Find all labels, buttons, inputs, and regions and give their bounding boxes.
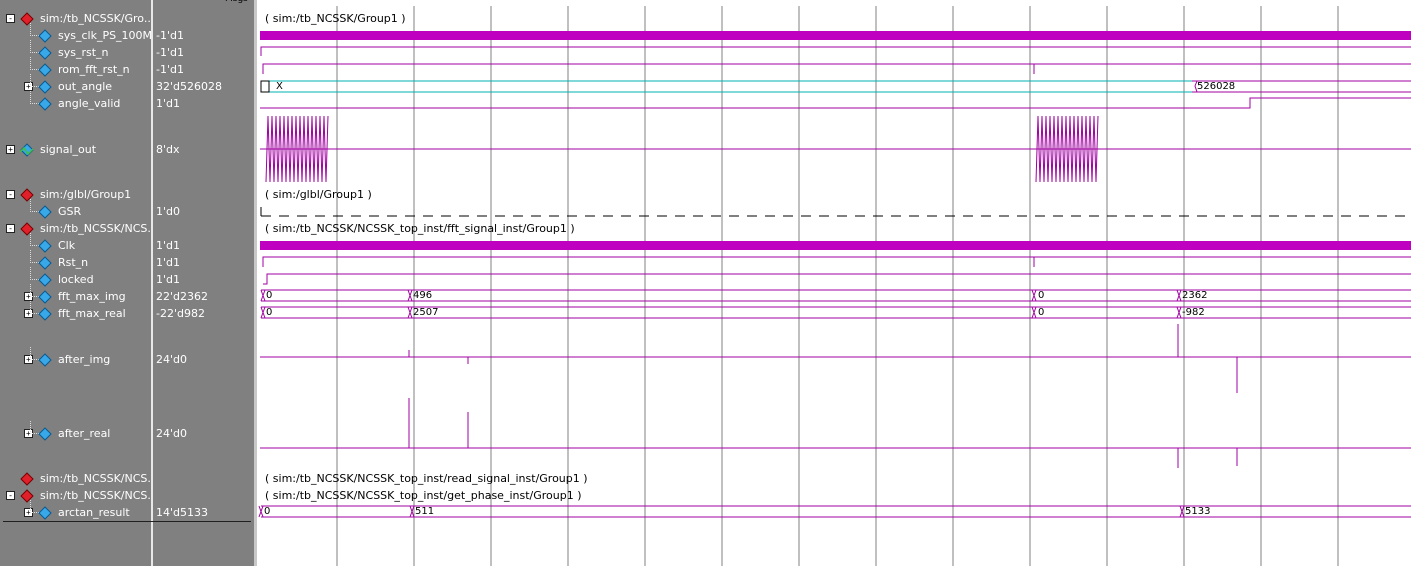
signal-value: -1'd1 [156,29,184,42]
signal-out-burst [265,115,329,183]
collapse-toggle[interactable]: - [6,491,15,500]
signal-diamond-icon [38,238,52,253]
rom-fft-rst-trace [262,63,1411,74]
signal-name[interactable]: fft_max_real [58,305,126,322]
signal-value: 1'd1 [156,97,181,110]
signal-name[interactable]: sim:/tb_NCSSK/Gro... [40,10,154,27]
bus-value: 0 [264,506,271,517]
signal-name[interactable]: angle_valid [58,95,120,112]
group-title: ( sim:/tb_NCSSK/NCSSK_top_inst/get_phase… [265,489,582,502]
signal-diamond-icon [38,289,52,304]
bus-value: 526028 [1197,81,1236,92]
bus-value: 2507 [413,307,439,318]
bus-value: 496 [413,290,433,301]
bus-value: 5133 [1185,506,1211,517]
signal-value: -1'd1 [156,63,184,76]
signal-name[interactable]: sim:/tb_NCSSK/NCS... [40,220,158,237]
signal-diamond-icon [38,79,52,94]
locked-trace [263,273,1411,285]
waveform-area[interactable]: ( sim:/tb_NCSSK/Group1 ) ( sim:/glbl/Gro… [257,0,1411,566]
bus-value: 2362 [1182,290,1208,301]
group-diamond-icon [20,471,34,486]
group-title: ( sim:/tb_NCSSK/Group1 ) [265,12,406,25]
collapse-toggle[interactable]: - [6,224,15,233]
signal-name[interactable]: locked [58,271,94,288]
signal-diamond-icon [38,204,52,219]
signal-diamond-icon [38,28,52,43]
column-header: Msgs [225,0,248,4]
group-title: ( sim:/tb_NCSSK/NCSSK_top_inst/read_sign… [265,472,588,485]
signal-out-burst [1035,115,1099,183]
signal-value: 1'd1 [156,256,181,269]
signal-values-panel: -1'd1 -1'd1 -1'd1 32'd526028 1'd1 8'dx 1'd0 1'd… [153,0,254,566]
signal-name[interactable]: fft_max_img [58,288,126,305]
signal-diamond-icon [38,96,52,111]
bus-value: 0 [1038,290,1045,301]
signal-name[interactable]: rom_fft_rst_n [58,61,130,78]
signal-value: 32'd526028 [156,80,222,93]
signal-name[interactable]: sim:/tb_NCSSK/NCS... [40,487,158,504]
signal-name[interactable]: sim:/glbl/Group1 [40,186,131,203]
signal-name[interactable]: GSR [58,203,81,220]
collapse-toggle[interactable]: - [6,14,15,23]
signal-diamond-icon [38,352,52,367]
signal-name[interactable]: after_real [58,425,110,442]
signal-diamond-icon [38,505,52,520]
signal-value: 22'd2362 [156,290,208,303]
sys-rst-trace [260,46,1411,56]
signal-diamond-icon [38,426,52,441]
expand-toggle[interactable]: + [6,145,15,154]
signal-name[interactable]: sys_rst_n [58,44,109,61]
signal-value: -22'd982 [156,307,205,320]
bus-value: 0 [266,307,273,318]
signal-diamond-icon [38,255,52,270]
analog-signal-icon [19,142,34,157]
signal-value: 24'd0 [156,427,188,440]
signal-value: 14'd5133 [156,506,208,519]
signal-diamond-icon [38,45,52,60]
bus-value: X [276,81,283,92]
clk-trace [260,241,1411,250]
signal-value: -1'd1 [156,46,184,59]
signal-name[interactable]: out_angle [58,78,112,95]
signal-diamond-icon [38,62,52,77]
bus-value: 511 [415,506,435,517]
signal-name[interactable]: Rst_n [58,254,88,271]
signal-diamond-icon [38,306,52,321]
signal-value: 8'dx [156,143,180,156]
angle-valid-trace [260,97,1411,109]
signal-name[interactable]: Clk [58,237,75,254]
signal-value: 1'd1 [156,273,181,286]
signal-value: 1'd1 [156,239,181,252]
signal-name[interactable]: after_img [58,351,110,368]
group-title: ( sim:/tb_NCSSK/NCSSK_top_inst/fft_signa… [265,222,575,235]
signal-name[interactable]: sim:/tb_NCSSK/NCS... [40,470,158,487]
cursor-line[interactable] [3,521,251,522]
collapse-toggle[interactable]: - [6,190,15,199]
bus-value: -982 [1182,307,1205,318]
signal-value: 1'd0 [156,205,181,218]
bus-value: 0 [266,290,273,301]
signal-name[interactable]: arctan_result [58,504,130,521]
signal-value: 24'd0 [156,353,188,366]
signal-names-panel: - sim:/tb_NCSSK/Gro... sys_clk_PS_100M sys_… [0,0,158,566]
out-angle-x-box [260,80,270,93]
signal-name[interactable]: signal_out [40,141,96,158]
signal-name[interactable]: sys_clk_PS_100M [58,27,152,44]
bus-value: 0 [1038,307,1045,318]
sys-clk-trace [260,31,1411,40]
group-title: ( sim:/glbl/Group1 ) [265,188,372,201]
rst-n-trace [262,256,1411,267]
signal-diamond-icon [38,272,52,287]
